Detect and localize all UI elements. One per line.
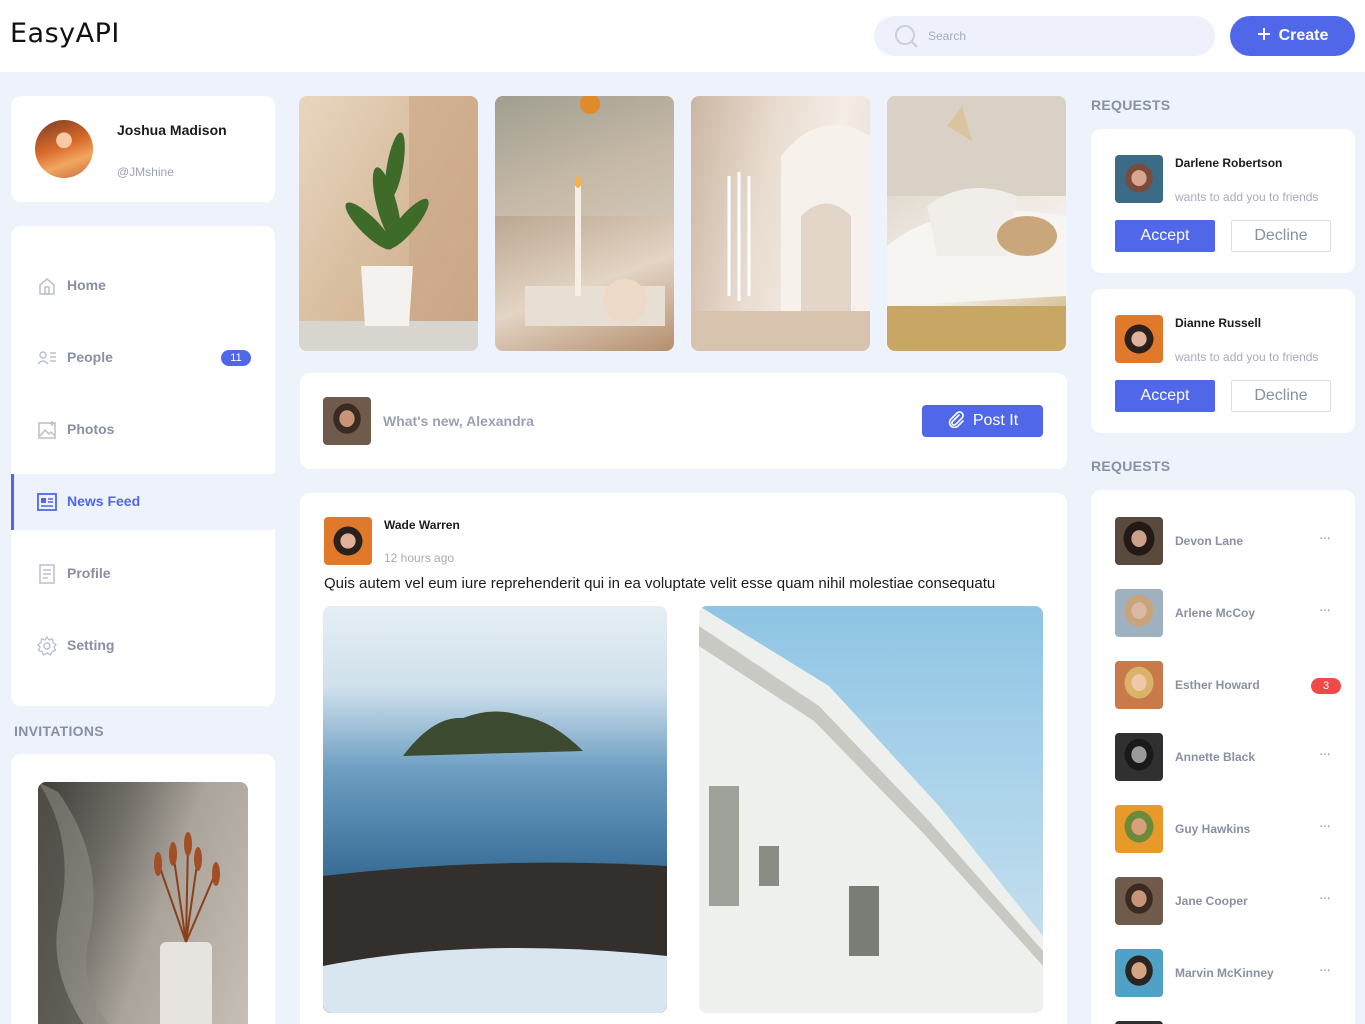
list-item[interactable]: Devon Lane ···	[1091, 517, 1355, 565]
contact-name: Jane Cooper	[1175, 894, 1248, 908]
list-item[interactable]: Guy Hawkins ···	[1091, 805, 1355, 853]
post-composer: Post It	[300, 373, 1067, 469]
avatar[interactable]	[323, 397, 371, 445]
sidebar-item-profile[interactable]: Profile	[11, 546, 275, 602]
post-it-button[interactable]: Post It	[922, 405, 1043, 437]
more-options-icon[interactable]: ···	[1319, 889, 1331, 905]
paperclip-icon	[947, 410, 965, 433]
avatar[interactable]	[1115, 805, 1163, 853]
gear-icon	[37, 635, 57, 656]
requests-title: REQUESTS	[1091, 97, 1171, 113]
post-timestamp: 12 hours ago	[384, 551, 455, 565]
post-text: Quis autem vel eum iure reprehenderit qu…	[324, 575, 996, 592]
photos-icon	[37, 420, 57, 440]
friend-request-card: Dianne Russell wants to add you to frien…	[1091, 289, 1355, 433]
decline-button[interactable]: Decline	[1231, 380, 1331, 412]
contact-name: Marvin McKinney	[1175, 966, 1274, 980]
avatar[interactable]	[35, 120, 93, 178]
home-icon	[37, 276, 57, 296]
sidebar-item-setting[interactable]: Setting	[11, 618, 275, 674]
sidebar-item-photos[interactable]: Photos	[11, 402, 275, 458]
sidebar-item-people[interactable]: People 11	[11, 330, 275, 386]
avatar[interactable]	[1115, 517, 1163, 565]
decline-button[interactable]: Decline	[1231, 220, 1331, 252]
list-item[interactable]: Annette Black ···	[1091, 733, 1355, 781]
post-image-building[interactable]	[699, 606, 1043, 1013]
sidebar-item-label: Home	[67, 277, 106, 293]
plus-icon	[1257, 27, 1271, 46]
avatar[interactable]	[1115, 733, 1163, 781]
gallery-photo-bed[interactable]	[887, 96, 1066, 351]
people-icon	[37, 348, 57, 368]
invitations-title: INVITATIONS	[14, 723, 104, 739]
post-author[interactable]: Wade Warren	[384, 518, 460, 532]
more-options-icon[interactable]: ···	[1319, 817, 1331, 833]
more-options-icon[interactable]: ···	[1319, 961, 1331, 977]
avatar[interactable]	[1115, 877, 1163, 925]
friend-request-card: Darlene Robertson wants to add you to fr…	[1091, 129, 1355, 273]
more-options-icon[interactable]: ···	[1319, 601, 1331, 617]
request-message: wants to add you to friends	[1175, 350, 1319, 364]
create-button[interactable]: Create	[1230, 16, 1355, 56]
invitation-image[interactable]	[38, 782, 248, 1024]
contacts-title: REQUESTS	[1091, 458, 1171, 474]
unread-count-badge: 3	[1311, 678, 1341, 694]
profile-name: Joshua Madison	[117, 122, 227, 138]
post-input[interactable]	[383, 409, 803, 433]
profile-handle: @JMshine	[117, 165, 174, 179]
sidebar-item-label: Setting	[67, 637, 115, 653]
contact-name: Esther Howard	[1175, 678, 1260, 692]
sidebar-item-label: Profile	[67, 565, 111, 581]
top-header: EasyAPI Create	[0, 0, 1365, 72]
request-name[interactable]: Dianne Russell	[1175, 316, 1261, 330]
list-item[interactable]: Marvin McKinney ···	[1091, 949, 1355, 997]
request-name[interactable]: Darlene Robertson	[1175, 156, 1282, 170]
contacts-list: Devon Lane ··· Arlene McCoy ··· Esther H…	[1091, 490, 1355, 1024]
avatar[interactable]	[1115, 661, 1163, 709]
contact-name: Arlene McCoy	[1175, 606, 1256, 620]
search-bar[interactable]	[874, 16, 1215, 56]
list-item[interactable]: Jane Cooper ···	[1091, 877, 1355, 925]
post-it-label: Post It	[972, 412, 1019, 429]
sidebar-nav: Home People 11 Photos News Feed Profile …	[11, 226, 275, 706]
post-image-lake[interactable]	[323, 606, 667, 1013]
more-options-icon[interactable]: ···	[1319, 745, 1331, 761]
sidebar-item-home[interactable]: Home	[11, 258, 275, 314]
avatar[interactable]	[324, 517, 372, 565]
invitation-card[interactable]	[11, 754, 275, 1024]
search-icon	[894, 24, 918, 53]
news-feed-icon	[37, 492, 57, 512]
create-button-label: Create	[1278, 27, 1329, 44]
contact-name: Guy Hawkins	[1175, 822, 1251, 836]
gallery-photo-plant[interactable]	[299, 96, 478, 351]
sidebar-item-news-feed[interactable]: News Feed	[11, 474, 275, 530]
people-count-badge: 11	[221, 350, 251, 366]
sidebar-item-label: People	[67, 349, 113, 365]
accept-button[interactable]: Accept	[1115, 220, 1215, 252]
profile-card[interactable]: Joshua Madison @JMshine	[11, 96, 275, 202]
request-message: wants to add you to friends	[1175, 190, 1319, 204]
avatar[interactable]	[1115, 315, 1163, 363]
avatar[interactable]	[1115, 589, 1163, 637]
sidebar-item-label: Photos	[67, 421, 115, 437]
feed-post: Wade Warren 12 hours ago Quis autem vel …	[300, 493, 1067, 1024]
contact-name: Annette Black	[1175, 750, 1256, 764]
contact-name: Devon Lane	[1175, 534, 1244, 548]
sidebar-item-label: News Feed	[67, 493, 141, 509]
gallery-photo-arches[interactable]	[691, 96, 870, 351]
accept-button[interactable]: Accept	[1115, 380, 1215, 412]
gallery-photo-candle[interactable]	[495, 96, 674, 351]
search-input[interactable]	[928, 16, 1198, 56]
app-logo[interactable]: EasyAPI	[10, 18, 120, 49]
avatar[interactable]	[1115, 949, 1163, 997]
list-item[interactable]: Esther Howard 3	[1091, 661, 1355, 709]
avatar[interactable]	[1115, 155, 1163, 203]
profile-icon	[37, 564, 57, 584]
list-item[interactable]: Arlene McCoy ···	[1091, 589, 1355, 637]
more-options-icon[interactable]: ···	[1319, 529, 1331, 545]
